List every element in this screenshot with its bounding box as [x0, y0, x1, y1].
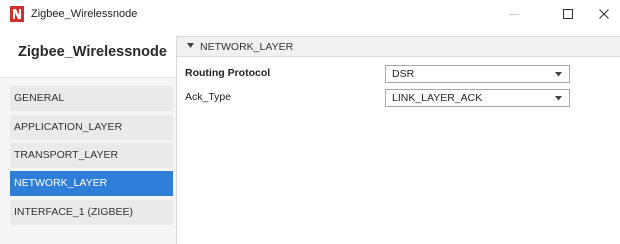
sidebar-item-general[interactable]: GENERAL: [10, 86, 173, 111]
sidebar-item-network-layer[interactable]: NETWORK_LAYER: [10, 171, 173, 196]
property-label: Ack_Type: [185, 91, 232, 103]
chevron-down-icon: [555, 72, 562, 77]
property-row-routing-protocol: Routing Protocol DSR: [177, 63, 620, 84]
sidebar: Zigbee_Wirelessnode GENERAL APPLICATION_…: [0, 28, 176, 244]
close-button[interactable]: [584, 0, 620, 28]
ack-type-select[interactable]: LINK_LAYER_ACK: [385, 89, 570, 107]
sidebar-item-interface-1-zigbee[interactable]: INTERFACE_1 (ZIGBEE): [10, 200, 173, 225]
caret-down-icon: [187, 43, 194, 48]
sidebar-item-application-layer[interactable]: APPLICATION_LAYER: [10, 115, 173, 140]
title-bar: Zigbee_Wirelessnode: [0, 0, 620, 28]
section-title: NETWORK_LAYER: [200, 41, 294, 53]
property-row-ack-type: Ack_Type LINK_LAYER_ACK: [177, 87, 620, 108]
properties-panel: NETWORK_LAYER Routing Protocol DSR Ack_T…: [176, 36, 620, 244]
main-panel: NETWORK_LAYER Routing Protocol DSR Ack_T…: [176, 28, 620, 244]
sidebar-title: Zigbee_Wirelessnode: [18, 44, 167, 60]
close-icon: [599, 9, 609, 19]
minimize-icon: [509, 14, 519, 15]
select-value: DSR: [392, 68, 415, 80]
section-header[interactable]: NETWORK_LAYER: [177, 37, 620, 57]
maximize-icon: [563, 9, 573, 19]
select-value: LINK_LAYER_ACK: [392, 92, 483, 104]
sidebar-header: Zigbee_Wirelessnode: [0, 28, 176, 78]
property-label: Routing Protocol: [185, 67, 271, 79]
chevron-down-icon: [555, 96, 562, 101]
maximize-button[interactable]: [548, 0, 588, 28]
netsim-logo-icon: [10, 6, 24, 22]
window-title: Zigbee_Wirelessnode: [31, 8, 138, 20]
routing-protocol-select[interactable]: DSR: [385, 65, 570, 83]
minimize-button[interactable]: [494, 0, 534, 28]
sidebar-item-transport-layer[interactable]: TRANSPORT_LAYER: [10, 143, 173, 168]
